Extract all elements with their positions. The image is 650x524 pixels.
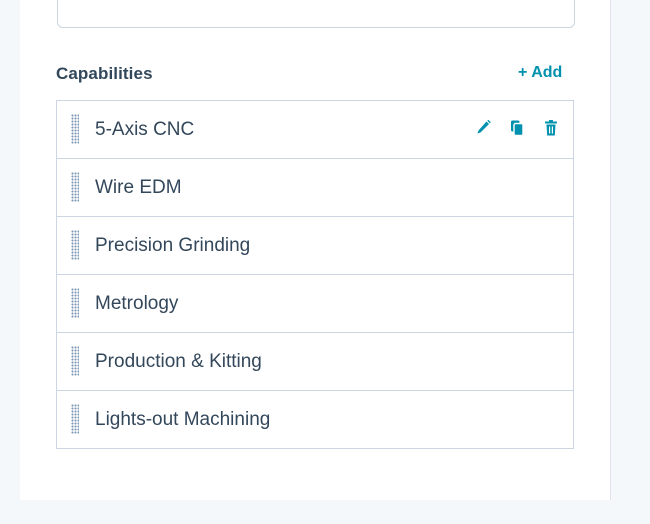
top-input-field[interactable]: [57, 0, 575, 28]
drag-handle-icon[interactable]: [71, 114, 79, 144]
drag-handle-icon[interactable]: [71, 172, 79, 202]
capability-label: 5-Axis CNC: [95, 119, 195, 140]
add-capability-button[interactable]: + Add: [518, 64, 562, 82]
trash-icon[interactable]: [543, 119, 559, 137]
list-item[interactable]: Lights-out Machining: [57, 391, 573, 448]
list-item[interactable]: 5-Axis CNC: [57, 101, 573, 159]
drag-handle-icon[interactable]: [71, 404, 79, 434]
capability-label: Lights-out Machining: [95, 409, 271, 430]
capability-label: Production & Kitting: [95, 351, 262, 372]
list-item[interactable]: Production & Kitting: [57, 333, 573, 391]
drag-handle-icon[interactable]: [71, 230, 79, 260]
pencil-icon[interactable]: [475, 119, 491, 137]
capabilities-panel: Capabilities + Add 5-Axis CNC Wire EDM P…: [20, 0, 611, 500]
drag-handle-icon[interactable]: [71, 346, 79, 376]
copy-icon[interactable]: [509, 119, 525, 137]
capability-label: Metrology: [95, 293, 179, 314]
list-item[interactable]: Metrology: [57, 275, 573, 333]
section-title: Capabilities: [56, 64, 153, 83]
row-actions: [475, 119, 559, 137]
drag-handle-icon[interactable]: [71, 288, 79, 318]
list-item[interactable]: Wire EDM: [57, 159, 573, 217]
list-item[interactable]: Precision Grinding: [57, 217, 573, 275]
capability-label: Wire EDM: [95, 177, 182, 198]
capabilities-list: 5-Axis CNC Wire EDM Precision Grinding M…: [56, 100, 574, 449]
capability-label: Precision Grinding: [95, 235, 251, 256]
